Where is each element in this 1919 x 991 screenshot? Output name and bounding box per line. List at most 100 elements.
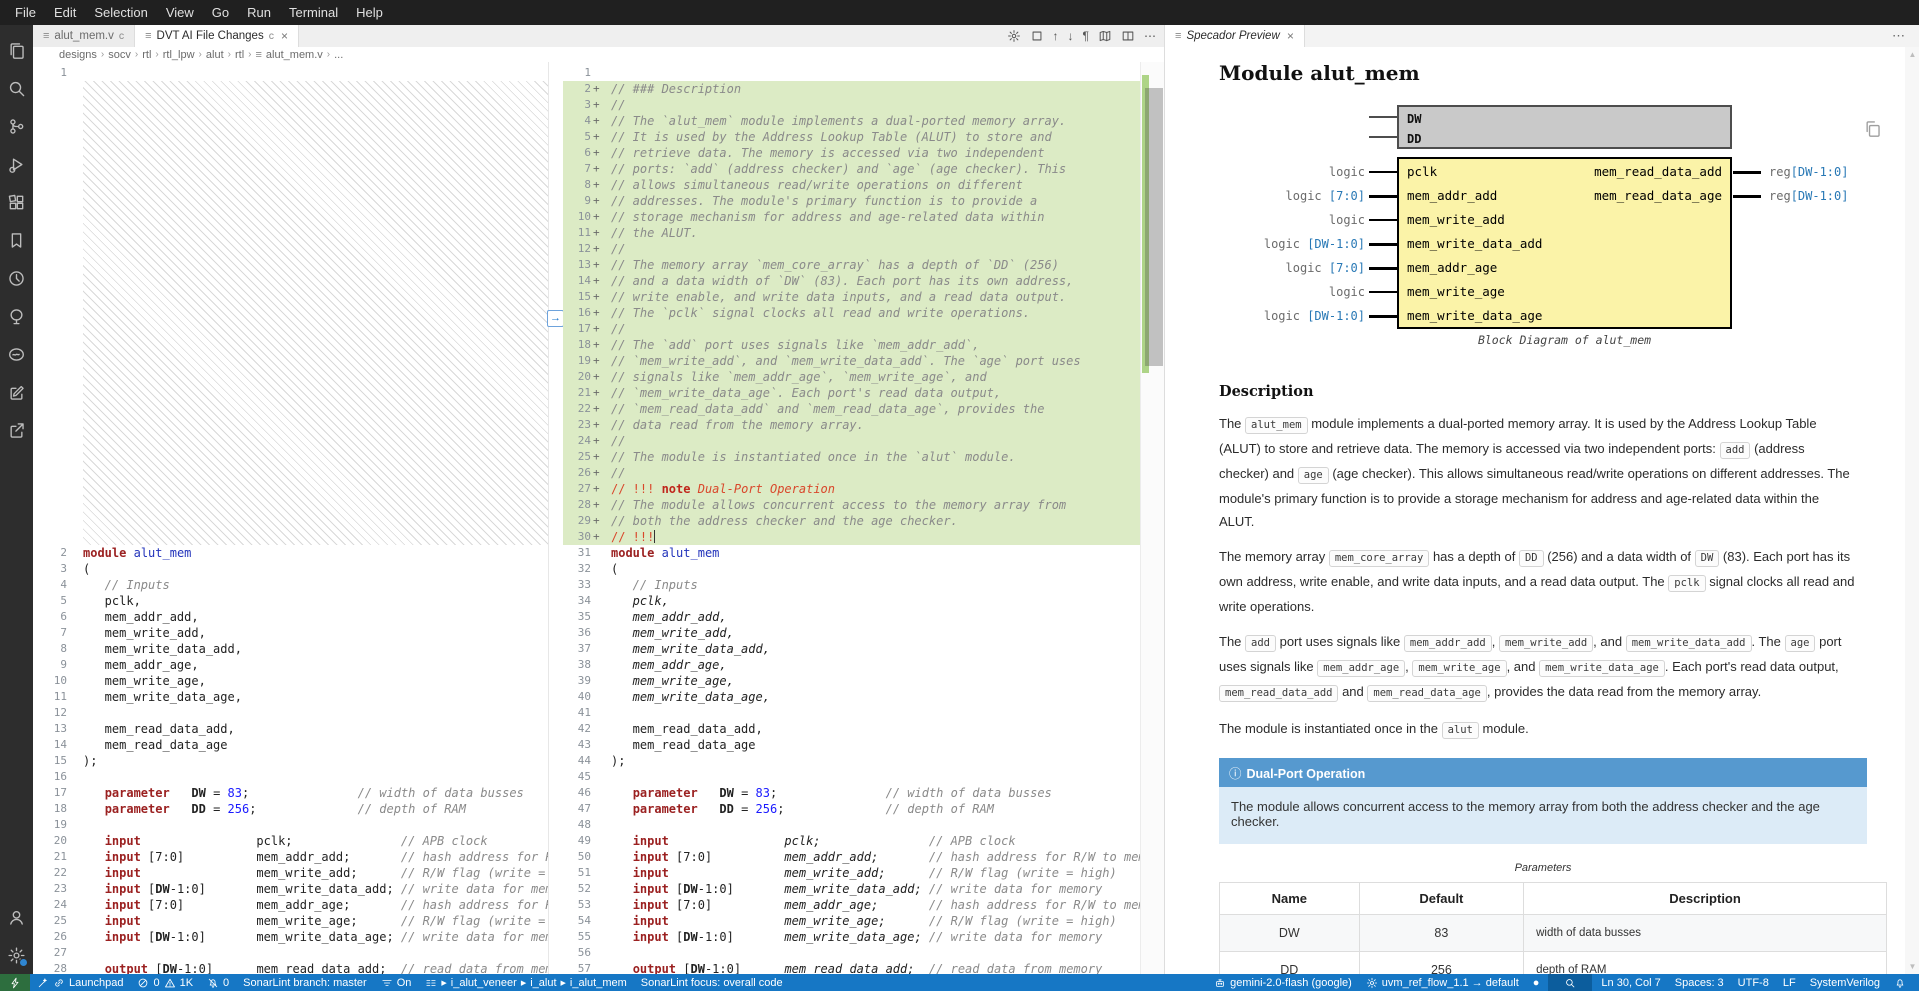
- run-debug-icon[interactable]: [0, 145, 33, 183]
- breadcrumb-item[interactable]: socv: [108, 49, 131, 61]
- status-notifications-muted[interactable]: 0: [200, 974, 236, 991]
- map-view-icon[interactable]: [1098, 29, 1112, 43]
- code-line[interactable]: 17+//: [563, 321, 1140, 337]
- code-line[interactable]: 5 pclk,: [33, 593, 548, 609]
- copy-icon[interactable]: [1863, 119, 1882, 138]
- code-line[interactable]: 24 input [7:0] mem_addr_age; // hash add…: [33, 897, 548, 913]
- extensions-icon[interactable]: [0, 183, 33, 221]
- code-line[interactable]: 44);: [563, 753, 1140, 769]
- status-notifications[interactable]: [1887, 974, 1913, 991]
- code-line[interactable]: 4+// The `alut_mem` module implements a …: [563, 113, 1140, 129]
- close-icon[interactable]: ×: [281, 29, 288, 43]
- code-line[interactable]: 40 mem_write_data_age,: [563, 689, 1140, 705]
- code-line[interactable]: 28+// The module allows concurrent acces…: [563, 497, 1140, 513]
- code-line[interactable]: 28 output [DW-1:0] mem_read_data_add; //…: [33, 961, 548, 974]
- code-line[interactable]: 14+// and a data width of `DW` (83). Eac…: [563, 273, 1140, 289]
- code-line[interactable]: 55 input [DW-1:0] mem_write_data_age; //…: [563, 929, 1140, 945]
- menu-item-go[interactable]: Go: [203, 0, 238, 25]
- menu-item-edit[interactable]: Edit: [45, 0, 85, 25]
- code-line[interactable]: 37 mem_write_data_add,: [563, 641, 1140, 657]
- code-line[interactable]: 11 mem_write_data_age,: [33, 689, 548, 705]
- more-actions-icon[interactable]: ⋯: [1144, 29, 1156, 43]
- breadcrumb-file[interactable]: alut_mem.v: [266, 49, 323, 61]
- code-line[interactable]: 54 input mem_write_age; // R/W flag (wri…: [563, 913, 1140, 929]
- tab-specador-preview[interactable]: ≡ Specador Preview ×: [1165, 25, 1305, 47]
- code-line[interactable]: 21+// `mem_write_data_age`. Each port's …: [563, 385, 1140, 401]
- code-line[interactable]: 16: [33, 769, 548, 785]
- code-line[interactable]: 15);: [33, 753, 548, 769]
- status-sonarlint-branch[interactable]: SonarLint branch: master: [236, 974, 374, 991]
- code-line[interactable]: 12+//: [563, 241, 1140, 257]
- code-line[interactable]: 23+// data read from the memory array.: [563, 417, 1140, 433]
- scrollbar-thumb[interactable]: [1145, 88, 1163, 366]
- code-line[interactable]: 9 mem_addr_age,: [33, 657, 548, 673]
- status-ai-model[interactable]: gemini-2.0-flash (google): [1207, 974, 1359, 991]
- code-line[interactable]: 45: [563, 769, 1140, 785]
- code-line[interactable]: 26+//: [563, 465, 1140, 481]
- code-line[interactable]: 10 mem_write_age,: [33, 673, 548, 689]
- code-line[interactable]: 22+// `mem_read_data_add` and `mem_read_…: [563, 401, 1140, 417]
- menu-item-file[interactable]: File: [6, 0, 45, 25]
- send-document-icon[interactable]: [0, 411, 33, 449]
- code-line[interactable]: 34 pclk,: [563, 593, 1140, 609]
- code-line[interactable]: 8 mem_write_data_add,: [33, 641, 548, 657]
- code-line[interactable]: 1: [33, 65, 548, 81]
- next-change-icon[interactable]: ↓: [1068, 29, 1074, 43]
- status-active-config[interactable]: uvm_ref_flow_1.1 → default: [1359, 974, 1526, 991]
- bookmark-icon[interactable]: [0, 221, 33, 259]
- editor-scrollbar[interactable]: [1140, 62, 1164, 974]
- diff-modified-pane[interactable]: 12+// ### Description3+//4+// The `alut_…: [563, 62, 1140, 974]
- code-line[interactable]: 14 mem_read_data_age: [33, 737, 548, 753]
- code-line[interactable]: 41: [563, 705, 1140, 721]
- status-encoding[interactable]: UTF-8: [1731, 974, 1776, 991]
- code-line[interactable]: 18 parameter DD = 256; // depth of RAM: [33, 801, 548, 817]
- code-line[interactable]: 7+// ports: `add` (address checker) and …: [563, 161, 1140, 177]
- more-actions-icon[interactable]: ⋯: [1892, 25, 1905, 47]
- diff-settings-gear-icon[interactable]: [1007, 29, 1021, 43]
- code-line[interactable]: 19+// `mem_write_add`, and `mem_write_da…: [563, 353, 1140, 369]
- diff-original-pane[interactable]: 12module alut_mem3(4 // Inputs5 pclk,6 m…: [33, 62, 549, 974]
- toggle-whitespace-icon[interactable]: ¶: [1083, 29, 1089, 43]
- code-line[interactable]: 23 input [DW-1:0] mem_write_data_add; //…: [33, 881, 548, 897]
- code-line[interactable]: 1: [563, 65, 1140, 81]
- code-line[interactable]: 57 output [DW-1:0] mem_read_data_add; //…: [563, 961, 1140, 974]
- code-line[interactable]: 3+//: [563, 97, 1140, 113]
- breadcrumb-item[interactable]: rtl_lpw: [163, 49, 195, 61]
- code-line[interactable]: 39 mem_write_age,: [563, 673, 1140, 689]
- menu-item-selection[interactable]: Selection: [85, 0, 156, 25]
- menu-item-view[interactable]: View: [157, 0, 203, 25]
- code-line[interactable]: 32(: [563, 561, 1140, 577]
- code-line[interactable]: 51 input mem_write_add; // R/W flag (wri…: [563, 865, 1140, 881]
- code-line[interactable]: 6 mem_addr_add,: [33, 609, 548, 625]
- preview-scrollbar[interactable]: ▲ ▼: [1905, 47, 1919, 974]
- settings-gear-icon[interactable]: [0, 936, 33, 974]
- code-line[interactable]: 3(: [33, 561, 548, 577]
- code-line[interactable]: 18+// The `add` port uses signals like `…: [563, 337, 1140, 353]
- code-line[interactable]: 2+// ### Description: [563, 81, 1140, 97]
- breadcrumb-item[interactable]: rtl: [235, 49, 244, 61]
- status-status-dot[interactable]: ●: [1526, 974, 1547, 991]
- code-line[interactable]: 43 mem_read_data_age: [563, 737, 1140, 753]
- code-line[interactable]: 56: [563, 945, 1140, 961]
- scroll-down-icon[interactable]: ▼: [1905, 962, 1919, 971]
- status-remote-indicator[interactable]: [0, 974, 30, 991]
- tab-dvt-ai-file-changes[interactable]: ≡DVT AI File Changesc×: [135, 25, 299, 47]
- diff-sash[interactable]: [549, 62, 563, 974]
- code-line[interactable]: 24+//: [563, 433, 1140, 449]
- status-problems[interactable]: 01K: [130, 974, 200, 991]
- breadcrumb-item[interactable]: designs: [59, 49, 97, 61]
- code-line[interactable]: 42 mem_read_data_add,: [563, 721, 1140, 737]
- diff-next-arrow-button[interactable]: →: [547, 310, 564, 327]
- status-sonarlint-focus[interactable]: SonarLint focus: overall code: [634, 974, 790, 991]
- close-icon[interactable]: ×: [1287, 29, 1294, 43]
- code-line[interactable]: 5+// It is used by the Address Lookup Ta…: [563, 129, 1140, 145]
- status-sonarlint-filter[interactable]: On: [374, 974, 419, 991]
- verification-tree-icon[interactable]: [0, 297, 33, 335]
- open-file-icon[interactable]: [1030, 29, 1044, 43]
- code-line[interactable]: 52 input [DW-1:0] mem_write_data_add; //…: [563, 881, 1140, 897]
- code-line[interactable]: 9+// addresses. The module's primary fun…: [563, 193, 1140, 209]
- status-search-shortcut[interactable]: [1548, 974, 1592, 991]
- code-line[interactable]: 38 mem_addr_age,: [563, 657, 1140, 673]
- code-line[interactable]: 22 input mem_write_add; // R/W flag (wri…: [33, 865, 548, 881]
- code-line[interactable]: 49 input pclk; // APB clock: [563, 833, 1140, 849]
